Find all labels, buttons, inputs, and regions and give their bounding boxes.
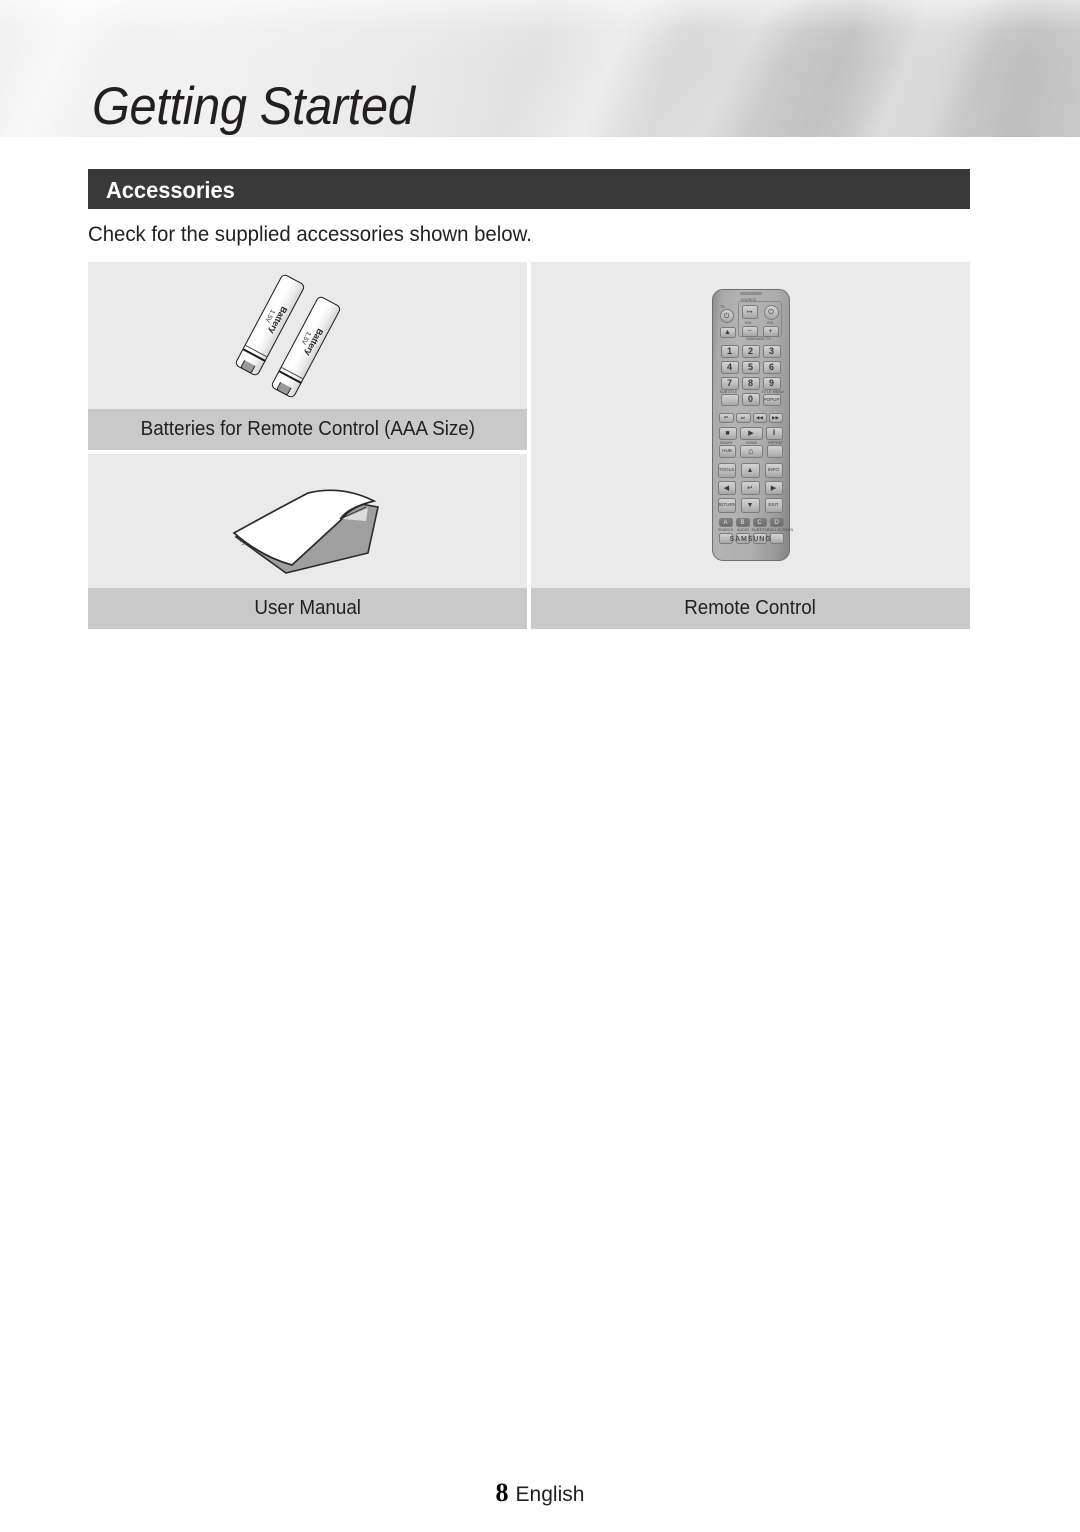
remote-label-source: SOURCE [740,298,757,302]
page-title: Getting Started [92,77,415,136]
remote-label-full-screen: FULL SCREEN [767,528,794,532]
remote-key-power-tv[interactable]: ⏻ [719,309,734,323]
remote-key-previous[interactable]: ⏮ [718,413,734,423]
remote-key-right[interactable]: ▶ [764,481,783,495]
accessories-grid: Battery 1.5V Battery 1.5V Batteries for … [88,262,970,630]
remote-key-3[interactable]: 3 [762,345,781,358]
remote-key-smart-hub[interactable]: HUB [718,445,736,458]
remote-key-return[interactable]: RETURN [717,498,736,513]
remote-key-color-c[interactable]: C [752,518,767,527]
accessory-label-text: Remote Control [684,597,817,619]
remote-key-5[interactable]: 5 [741,361,760,374]
remote-key-1[interactable]: 1 [720,345,739,358]
remote-key-next[interactable]: ⏭ [735,413,751,423]
section-header-bar: Accessories [88,169,970,209]
remote-key-9[interactable]: 9 [762,377,781,390]
battery-label: Battery 1.5V [294,322,325,358]
remote-key-left[interactable]: ◀ [717,481,736,495]
remote-label-search: SEARCH [717,528,734,532]
intro-text: Check for the supplied accessories shown… [88,223,532,246]
batteries-illustration: Battery 1.5V Battery 1.5V [233,271,383,401]
remote-key-volume-up[interactable]: + [762,326,779,337]
remote-key-4[interactable]: 4 [720,361,739,374]
remote-key-subtitle[interactable] [720,394,739,406]
battery-label: Battery 1.5V [258,300,289,336]
remote-key-enter[interactable]: ↵ [740,481,760,495]
remote-key-7[interactable]: 7 [720,377,739,390]
accessory-image-remote-control: TV ⏻ SOURCE ↦ ⏻ ▲ VOL − VOL + SAMSUNG TV… [531,262,970,588]
remote-key-8[interactable]: 8 [741,377,760,390]
accessories-column-left: Battery 1.5V Battery 1.5V Batteries for … [88,262,527,630]
accessory-label-text: Batteries for Remote Control (AAA Size) [140,418,475,440]
remote-key-stop[interactable]: ■ [718,427,737,440]
remote-key-6[interactable]: 6 [762,361,781,374]
remote-key-exit[interactable]: EXIT [764,498,783,513]
remote-key-down[interactable]: ▼ [740,498,760,513]
remote-brand-label: SAMSUNG [729,536,772,543]
remote-control-illustration: TV ⏻ SOURCE ↦ ⏻ ▲ VOL − VOL + SAMSUNG TV… [711,289,794,561]
remote-key-rewind[interactable]: ◀◀ [752,413,767,423]
user-manual-illustration [218,461,398,581]
remote-key-up[interactable]: ▲ [740,463,760,478]
accessory-image-batteries: Battery 1.5V Battery 1.5V [88,262,527,409]
remote-key-power[interactable]: ⏻ [763,305,779,320]
remote-key-0[interactable]: 0 [741,393,760,406]
remote-label-vol-minus: VOL [744,321,753,325]
page-footer: 8 English [0,1478,1080,1508]
remote-key-source[interactable]: ↦ [741,305,758,319]
accessory-image-user-manual [88,454,527,588]
remote-key-info[interactable]: INFO [764,463,783,478]
accessory-label-remote-control: Remote Control [531,588,970,629]
remote-key-2[interactable]: 2 [741,345,760,358]
remote-key-volume-down[interactable]: − [741,326,758,337]
remote-label-tv-group: SAMSUNG TV [746,337,771,341]
remote-key-home[interactable]: ⌂ [739,445,763,458]
remote-key-color-b[interactable]: B [735,518,750,527]
accessory-label-user-manual: User Manual [88,588,527,629]
ir-window-icon [739,292,762,295]
remote-key-pause[interactable]: ‖ [765,427,783,440]
remote-key-color-d[interactable]: D [769,518,784,527]
remote-label-vol-plus: VOL [766,321,775,325]
remote-key-repeat[interactable] [766,445,783,458]
remote-key-color-a[interactable]: A [718,518,733,527]
accessories-column-right: TV ⏻ SOURCE ↦ ⏻ ▲ VOL − VOL + SAMSUNG TV… [531,262,970,630]
remote-key-popup[interactable]: POPUP [762,394,781,406]
remote-key-tools[interactable]: TOOLS [717,463,736,478]
page-language: English [515,1483,585,1506]
remote-key-play[interactable]: ▶ [739,427,763,440]
book-icon [232,489,379,574]
remote-key-fast-forward[interactable]: ▶▶ [768,413,783,423]
accessory-label-batteries: Batteries for Remote Control (AAA Size) [88,409,527,450]
section-title: Accessories [106,177,235,203]
page-number: 8 [495,1478,509,1507]
accessory-label-text: User Manual [254,597,361,619]
